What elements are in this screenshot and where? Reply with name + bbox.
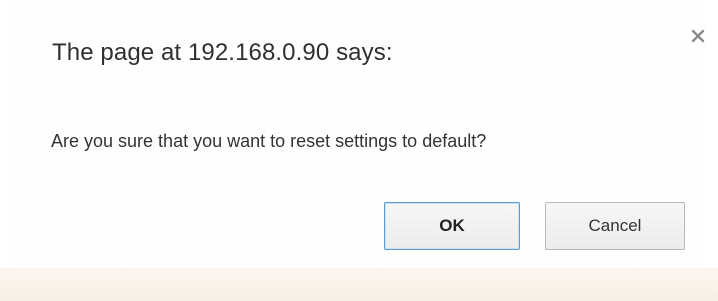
alert-dialog: The page at 192.168.0.90 says: Are you s… (10, 0, 706, 268)
ok-button[interactable]: OK (384, 202, 520, 250)
background-strip (0, 268, 718, 301)
page: The page at 192.168.0.90 says: Are you s… (0, 0, 718, 301)
cancel-button[interactable]: Cancel (545, 202, 685, 250)
ok-button-label: OK (439, 216, 465, 235)
close-icon[interactable] (690, 28, 706, 44)
dialog-title: The page at 192.168.0.90 says: (52, 39, 393, 66)
cancel-button-label: Cancel (588, 216, 642, 235)
dialog-message: Are you sure that you want to reset sett… (51, 131, 487, 151)
